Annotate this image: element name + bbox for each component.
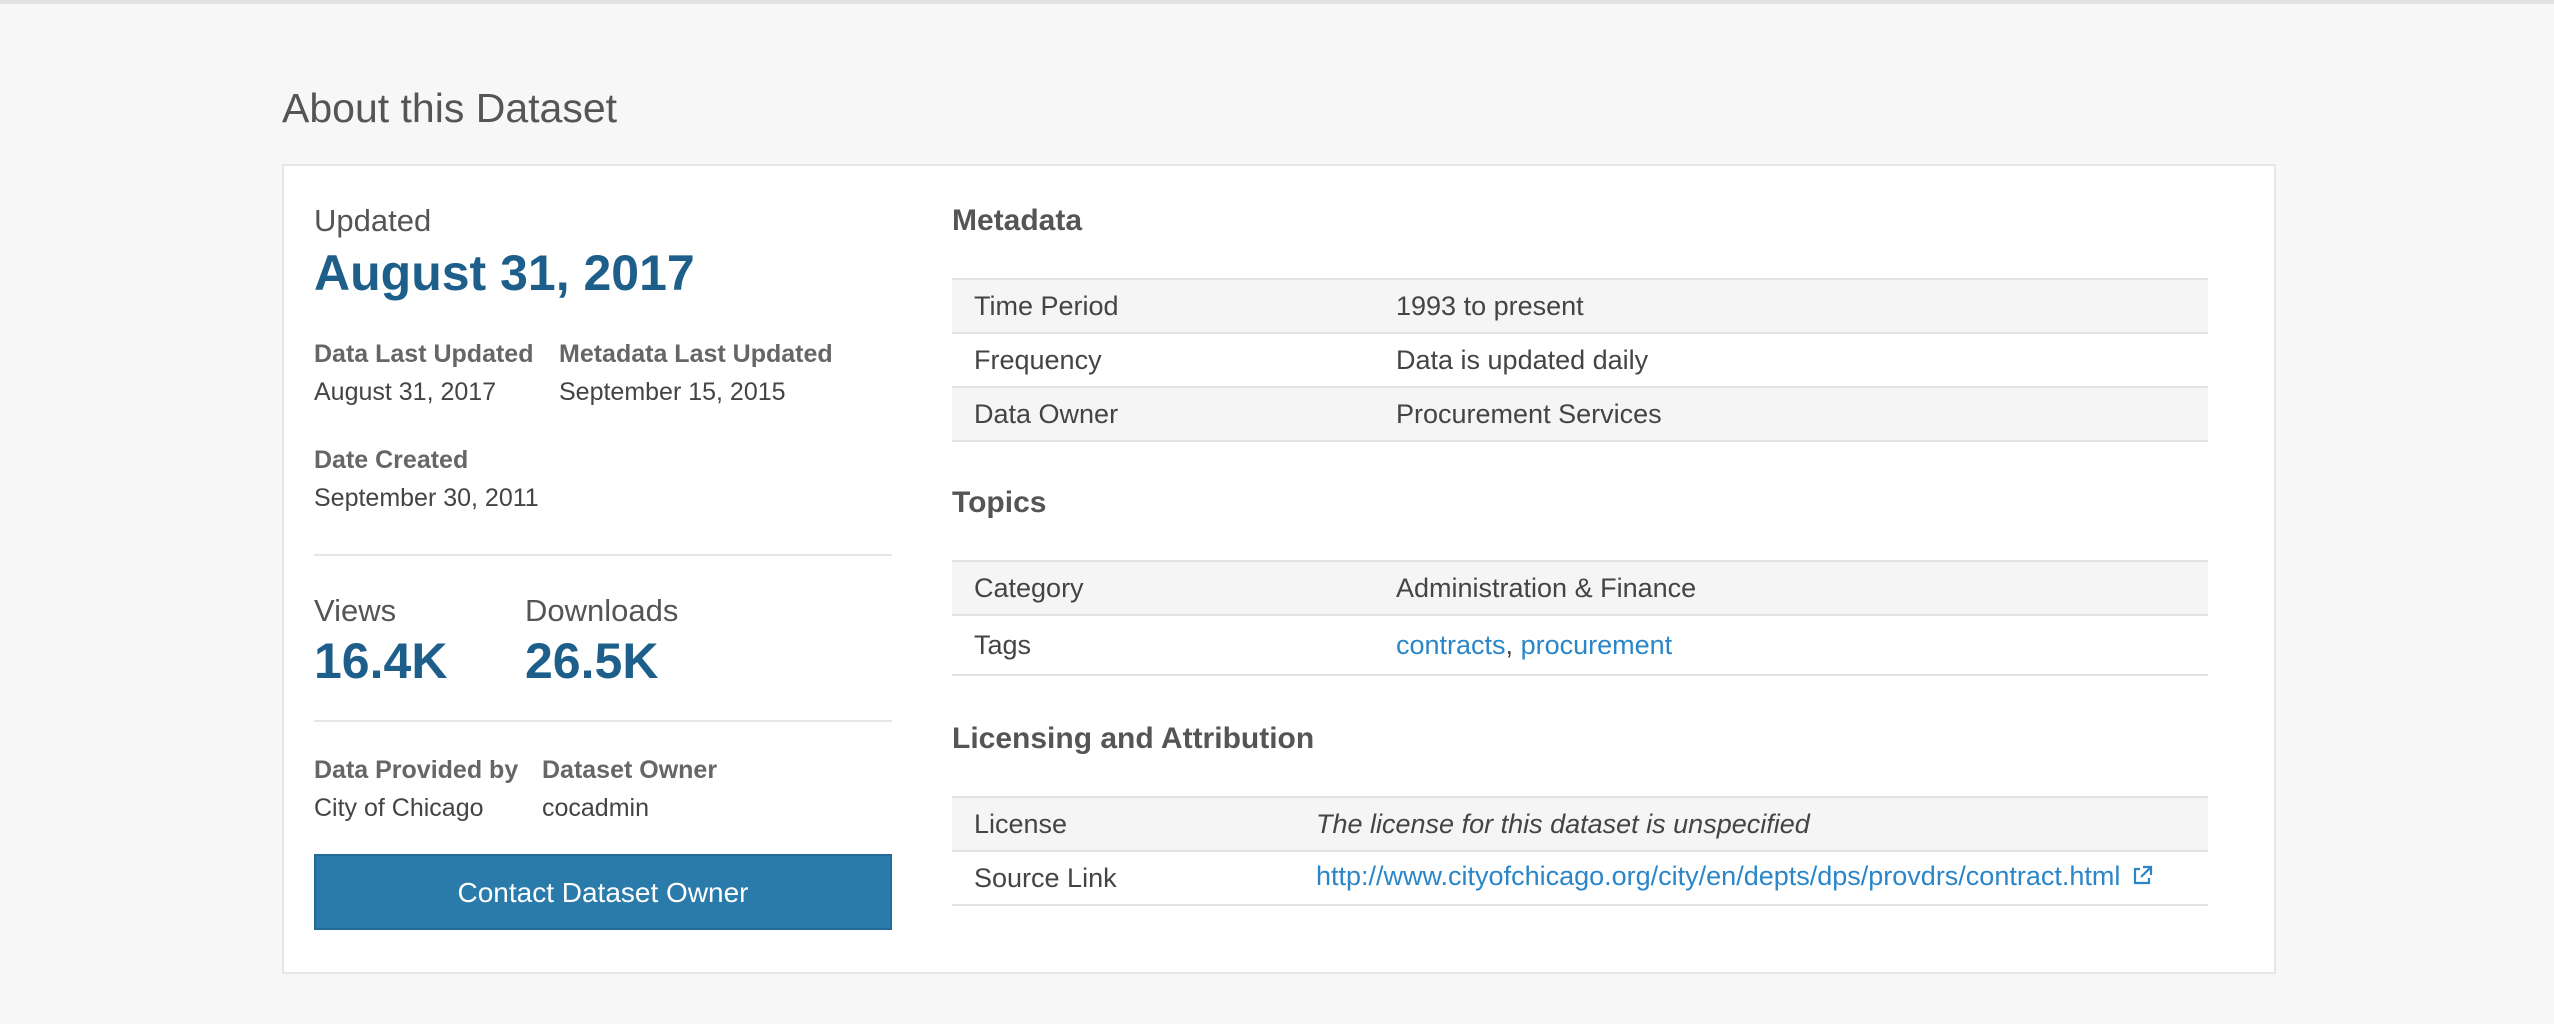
topics-title: Topics (952, 486, 1047, 519)
downloads-value: 26.5K (525, 633, 659, 689)
tags-label: Tags (952, 614, 1374, 676)
updated-date: August 31, 2017 (314, 245, 695, 301)
metadata-row-label: Data Owner (952, 386, 1374, 442)
metadata-row-value: Procurement Services (1374, 386, 2208, 442)
table-row: Frequency Data is updated daily (952, 332, 2208, 388)
source-link-text: http://www.cityofchicago.org/city/en/dep… (1316, 861, 2121, 891)
stats-row: Views 16.4K Downloads 26.5K (314, 592, 894, 690)
metadata-row-label: Time Period (952, 278, 1374, 334)
details-column: Metadata Time Period 1993 to present Fre… (952, 202, 2208, 906)
table-row: License The license for this dataset is … (952, 796, 2208, 852)
downloads-stat: Downloads 26.5K (525, 592, 678, 690)
top-rule (0, 0, 2554, 4)
data-provided-by: Data Provided by City of Chicago (314, 754, 542, 824)
metadata-row-label: Frequency (952, 332, 1374, 388)
data-last-updated: Data Last Updated August 31, 2017 (314, 338, 559, 408)
views-label: Views (314, 593, 397, 628)
divider (314, 720, 892, 722)
data-provided-by-label: Data Provided by (314, 756, 519, 784)
tags-value: contracts, procurement (1374, 614, 2208, 676)
license-value: The license for this dataset is unspecif… (1294, 796, 2208, 852)
dataset-owner: Dataset Owner cocadmin (542, 754, 717, 824)
category-label: Category (952, 560, 1374, 616)
data-last-updated-value: August 31, 2017 (314, 378, 497, 406)
data-last-updated-label: Data Last Updated (314, 340, 534, 368)
summary-column: Updated August 31, 2017 Data Last Update… (314, 202, 894, 930)
table-row: Source Link http://www.cityofchicago.org… (952, 850, 2208, 906)
table-row: Time Period 1993 to present (952, 278, 2208, 334)
data-provided-by-value: City of Chicago (314, 794, 484, 822)
dataset-owner-label: Dataset Owner (542, 756, 718, 784)
table-row: Data Owner Procurement Services (952, 386, 2208, 442)
metadata-last-updated-value: September 15, 2015 (559, 378, 786, 406)
views-value: 16.4K (314, 633, 448, 689)
updated-label: Updated (314, 203, 432, 238)
views-stat: Views 16.4K (314, 592, 525, 690)
metadata-row-value: 1993 to present (1374, 278, 2208, 334)
tag-link-contracts[interactable]: contracts (1396, 630, 1506, 660)
page-title: About this Dataset (282, 85, 618, 131)
source-link-label: Source Link (952, 850, 1294, 906)
metadata-row-value: Data is updated daily (1374, 332, 2208, 388)
provider-row: Data Provided by City of Chicago Dataset… (314, 754, 894, 824)
source-link-cell: http://www.cityofchicago.org/city/en/dep… (1294, 850, 2208, 906)
category-value: Administration & Finance (1374, 560, 2208, 616)
metadata-last-updated-label: Metadata Last Updated (559, 340, 833, 368)
downloads-label: Downloads (525, 593, 679, 628)
tag-link-procurement[interactable]: procurement (1521, 630, 1673, 660)
tag-separator: , (1505, 629, 1514, 660)
table-row: Tags contracts, procurement (952, 614, 2208, 676)
contact-dataset-owner-button[interactable]: Contact Dataset Owner (314, 854, 892, 930)
table-row: Category Administration & Finance (952, 560, 2208, 616)
update-dates-row: Data Last Updated August 31, 2017 Metada… (314, 338, 894, 408)
licensing-table: License The license for this dataset is … (952, 796, 2208, 906)
dataset-owner-value: cocadmin (542, 794, 649, 822)
source-link[interactable]: http://www.cityofchicago.org/city/en/dep… (1316, 861, 2154, 891)
date-created-label: Date Created (314, 446, 469, 474)
divider (314, 554, 892, 556)
metadata-table: Time Period 1993 to present Frequency Da… (952, 278, 2208, 442)
about-card: Updated August 31, 2017 Data Last Update… (282, 164, 2276, 974)
external-link-icon (2130, 864, 2154, 895)
metadata-title: Metadata (952, 204, 1083, 237)
topics-table: Category Administration & Finance Tags c… (952, 560, 2208, 676)
metadata-last-updated: Metadata Last Updated September 15, 2015 (559, 338, 833, 408)
license-label: License (952, 796, 1294, 852)
date-created: Date Created September 30, 2011 (314, 444, 894, 514)
date-created-value: September 30, 2011 (314, 484, 539, 512)
licensing-title: Licensing and Attribution (952, 722, 1315, 755)
